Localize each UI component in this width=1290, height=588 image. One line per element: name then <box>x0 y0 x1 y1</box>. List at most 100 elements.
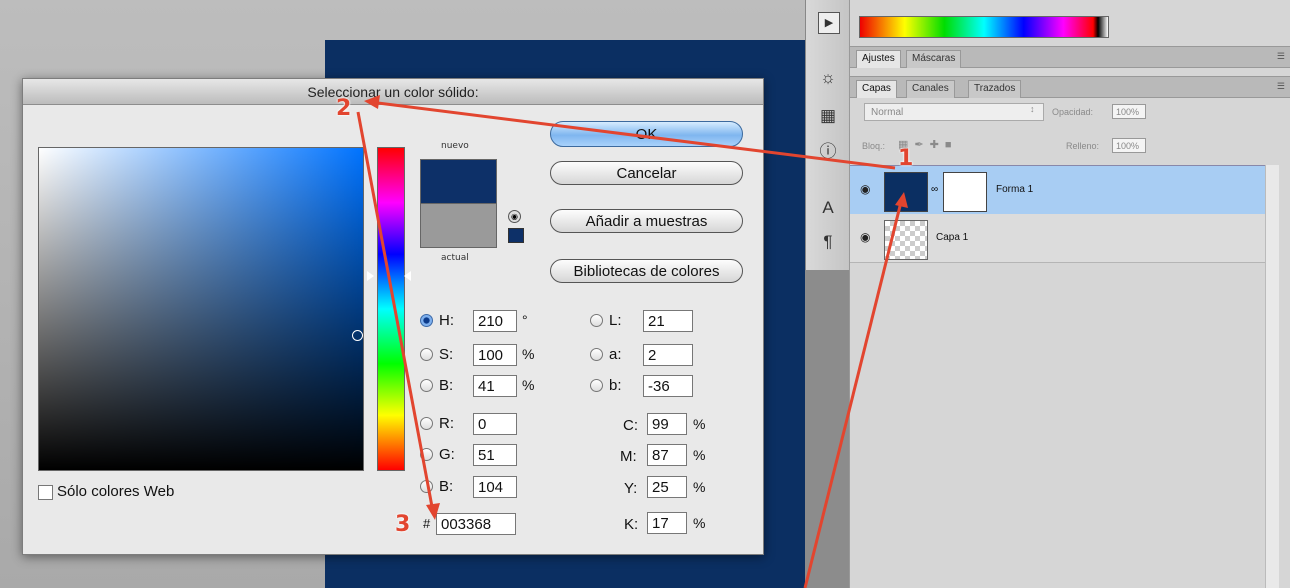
yellow-field[interactable]: 25 <box>647 476 687 498</box>
layer-thumbnail[interactable] <box>884 220 928 260</box>
yellow-label: Y: <box>624 480 638 497</box>
cyan-label: C: <box>623 417 638 434</box>
fill-label: Relleno: <box>1066 141 1100 151</box>
fill-field[interactable]: 100% <box>1112 138 1146 153</box>
fill-layer-thumbnail[interactable] <box>884 172 928 212</box>
radio-lab-b[interactable] <box>590 379 603 392</box>
lab-b-label: b: <box>609 377 622 394</box>
tab-mascaras[interactable]: Máscaras <box>906 50 962 68</box>
magenta-field[interactable]: 87 <box>647 444 687 466</box>
layer-name: Capa 1 <box>936 232 969 243</box>
web-safe-swatch[interactable] <box>508 228 524 243</box>
brightness-unit: % <box>522 377 535 393</box>
character-icon[interactable]: A <box>818 198 838 218</box>
magenta-label: M: <box>620 448 637 465</box>
dialog-title: Seleccionar un color sólido: <box>307 84 479 100</box>
brightness-label: B: <box>439 377 454 394</box>
tab-ajustes[interactable]: Ajustes <box>856 50 901 68</box>
color-field[interactable] <box>38 147 364 471</box>
tab-canales[interactable]: Canales <box>906 80 955 98</box>
paragraph-icon[interactable]: ¶ <box>818 232 838 252</box>
web-safe-cube-icon[interactable]: ◉ <box>508 210 521 223</box>
hue-field[interactable]: 210 <box>473 310 517 332</box>
color-libraries-button[interactable]: Bibliotecas de colores <box>550 259 743 283</box>
color-spectrum-bar[interactable] <box>859 16 1109 38</box>
lab-l-field[interactable]: 21 <box>643 310 693 332</box>
opacity-label: Opacidad: <box>1052 107 1094 117</box>
lab-a-field[interactable]: 2 <box>643 344 693 366</box>
radio-brightness[interactable] <box>420 379 433 392</box>
hex-field[interactable]: 003368 <box>436 513 516 535</box>
callout-3: 3 <box>395 512 411 537</box>
visibility-eye-icon[interactable]: ◉ <box>860 182 870 196</box>
radio-lightness[interactable] <box>590 314 603 327</box>
new-color-swatch <box>420 159 497 204</box>
panel-menu-icon[interactable]: ☰ <box>1277 51 1285 62</box>
radio-lab-a[interactable] <box>590 348 603 361</box>
slider-arrow-right-icon[interactable] <box>404 271 411 281</box>
slider-arrow-left-icon[interactable] <box>367 271 374 281</box>
cyan-unit: % <box>693 416 706 432</box>
layer-row-capa-1[interactable]: ◉ Capa 1 <box>850 214 1265 263</box>
link-chain-icon[interactable]: ∞ <box>931 184 938 195</box>
hue-unit: ° <box>522 312 528 328</box>
callout-1: 1 <box>898 146 914 171</box>
red-label: R: <box>439 415 454 432</box>
black-field[interactable]: 17 <box>647 512 687 534</box>
adjustments-icon[interactable]: ☼ <box>818 68 838 88</box>
saturation-field[interactable]: 100 <box>473 344 517 366</box>
radio-hue[interactable] <box>420 314 433 327</box>
black-unit: % <box>693 515 706 531</box>
green-field[interactable]: 51 <box>473 444 517 466</box>
info-icon[interactable]: ⓘ <box>818 142 838 162</box>
new-color-label: nuevo <box>441 141 469 151</box>
green-label: G: <box>439 446 455 463</box>
radio-green[interactable] <box>420 448 433 461</box>
current-color-swatch[interactable] <box>420 203 497 248</box>
lab-a-label: a: <box>609 346 622 363</box>
visibility-eye-icon[interactable]: ◉ <box>860 230 870 244</box>
blue-field[interactable]: 104 <box>473 476 517 498</box>
panel-scrollbar[interactable] <box>1265 165 1279 588</box>
layers-tabbar: Capas Canales Trazados ☰ <box>850 76 1290 98</box>
ok-button[interactable]: OK <box>550 121 743 147</box>
layers-menu-icon[interactable]: ☰ <box>1277 81 1285 92</box>
hex-symbol: # <box>423 516 431 531</box>
dialog-titlebar[interactable]: Seleccionar un color sólido: <box>23 79 763 105</box>
layers-panel-area: Ajustes Máscaras ☰ Capas Canales Trazado… <box>849 0 1290 588</box>
cyan-field[interactable]: 99 <box>647 413 687 435</box>
yellow-unit: % <box>693 479 706 495</box>
tab-capas[interactable]: Capas <box>856 80 897 98</box>
radio-blue[interactable] <box>420 480 433 493</box>
cancel-button[interactable]: Cancelar <box>550 161 743 185</box>
web-colors-only-checkbox[interactable] <box>38 485 53 500</box>
saturation-unit: % <box>522 346 535 362</box>
brightness-field[interactable]: 41 <box>473 375 517 397</box>
layer-row-forma-1[interactable]: ◉ ∞ Forma 1 <box>850 165 1265 215</box>
play-icon[interactable]: ▶ <box>818 12 840 34</box>
color-field-marker[interactable] <box>352 330 363 341</box>
layer-name: Forma 1 <box>996 184 1034 195</box>
adjustments-tabbar: Ajustes Máscaras ☰ <box>850 46 1290 68</box>
lock-label: Bloq.: <box>862 141 886 151</box>
lab-l-label: L: <box>609 312 622 329</box>
hue-slider[interactable] <box>377 147 405 471</box>
blend-dropdown-icon[interactable]: ↕ <box>1030 104 1035 114</box>
image-icon[interactable]: ▦ <box>818 106 838 126</box>
blue-label: B: <box>439 478 454 495</box>
current-color-label: actual <box>441 253 469 263</box>
red-field[interactable]: 0 <box>473 413 517 435</box>
hue-label: H: <box>439 312 454 329</box>
web-colors-only-label: Sólo colores Web <box>57 483 175 500</box>
opacity-field[interactable]: 100% <box>1112 104 1146 119</box>
layer-mask-thumbnail[interactable] <box>943 172 987 212</box>
radio-saturation[interactable] <box>420 348 433 361</box>
tab-trazados[interactable]: Trazados <box>968 80 1022 98</box>
callout-2: 2 <box>336 96 352 121</box>
lab-b-field[interactable]: -36 <box>643 375 693 397</box>
color-picker-dialog: Seleccionar un color sólido: nuevo actua… <box>22 78 764 555</box>
magenta-unit: % <box>693 447 706 463</box>
radio-red[interactable] <box>420 417 433 430</box>
add-to-swatches-button[interactable]: Añadir a muestras <box>550 209 743 233</box>
blend-mode-select[interactable]: Normal <box>864 103 1044 121</box>
